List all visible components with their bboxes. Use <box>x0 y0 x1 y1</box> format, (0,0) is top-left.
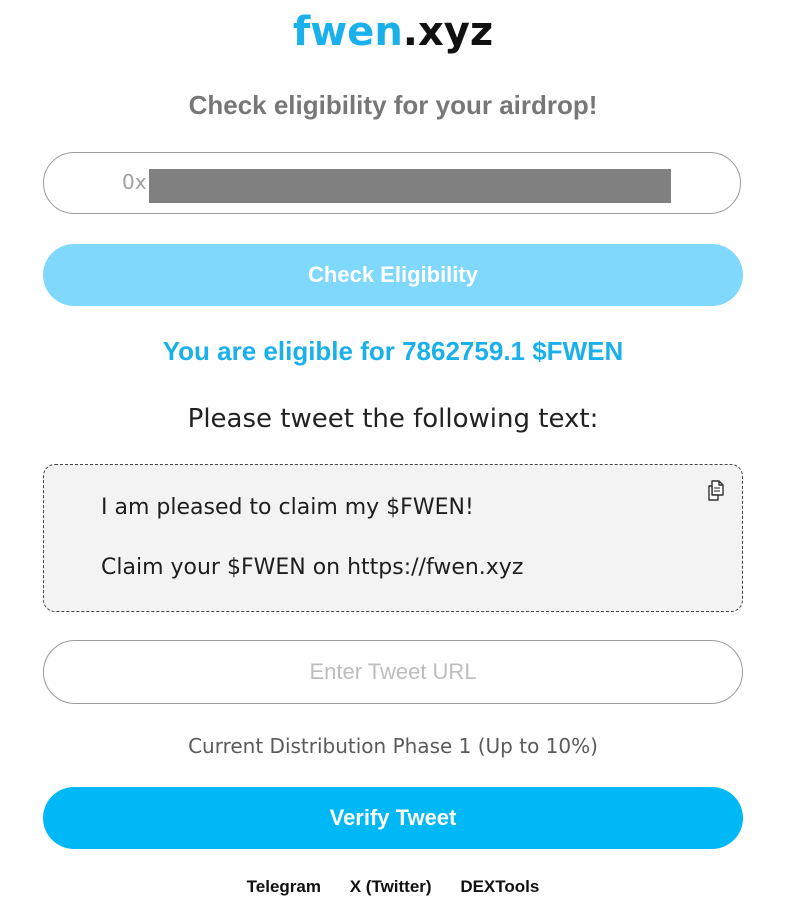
logo-text-brand: fwen <box>292 9 403 55</box>
verify-tweet-button[interactable]: Verify Tweet <box>43 787 743 849</box>
copy-icon[interactable] <box>704 479 728 503</box>
tweet-url-input[interactable] <box>43 640 743 704</box>
footer-link-telegram[interactable]: Telegram <box>247 877 321 896</box>
tweet-prompt: Please tweet the following text: <box>187 404 599 434</box>
footer-links: Telegram X (Twitter) DEXTools <box>0 877 786 897</box>
check-eligibility-button[interactable]: Check Eligibility <box>43 244 743 306</box>
site-logo: fwen.xyz <box>0 6 786 58</box>
page-subtitle: Check eligibility for your airdrop! <box>188 90 598 120</box>
distribution-phase-text: Current Distribution Phase 1 (Up to 10%) <box>188 734 598 758</box>
footer-link-twitter[interactable]: X (Twitter) <box>350 877 432 896</box>
eligibility-result: You are eligible for 7862759.1 $FWEN <box>162 336 624 366</box>
redaction-block <box>149 169 671 203</box>
tweet-text-line-2: Claim your $FWEN on https://fwen.xyz <box>101 555 524 580</box>
tweet-text-box: I am pleased to claim my $FWEN! Claim yo… <box>43 464 743 612</box>
logo-text-domain: .xyz <box>402 9 494 55</box>
wallet-address-value: 0x <box>122 170 147 194</box>
tweet-text-line-1: I am pleased to claim my $FWEN! <box>101 495 474 520</box>
wallet-address-input[interactable]: 0x <box>43 152 741 214</box>
footer-link-dextools[interactable]: DEXTools <box>460 877 539 896</box>
